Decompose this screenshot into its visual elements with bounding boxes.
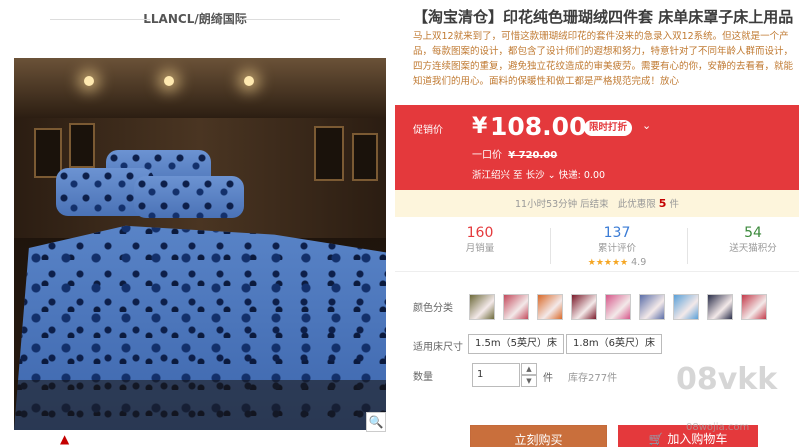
store-header: LLANCL/朗绮国际 — [20, 8, 370, 30]
chevron-down-icon[interactable]: ▼ — [521, 375, 537, 387]
limit-unit: 件 — [669, 199, 679, 210]
product-image[interactable] — [14, 58, 386, 430]
image-lamp — [84, 76, 94, 86]
express-label: 快递: — [558, 170, 581, 181]
monthly-sales: 160 月销量 — [430, 224, 530, 256]
chevron-down-icon[interactable]: ⌄ — [642, 119, 651, 132]
image-lamp — [164, 76, 174, 86]
quantity-input[interactable]: 1 — [472, 363, 520, 387]
price-panel: 促销价 ¥ 108.00 限时打折 ⌄ 一口价 ¥ 720.00 浙江绍兴 至 … — [395, 105, 799, 190]
divider — [50, 19, 150, 20]
reviews[interactable]: 137 累计评价 ★★★★★ 4.9 — [567, 224, 667, 270]
ship-to: 长沙 — [525, 170, 545, 181]
watermark-sub: 08wojia.com — [686, 422, 750, 433]
color-swatch[interactable] — [605, 294, 631, 320]
watermark-main: 08vkk — [676, 362, 778, 397]
size-option-1.8m[interactable]: 1.8m（6英尺）床 — [566, 334, 663, 354]
shipping-info: 浙江绍兴 至 长沙 ⌄ 快递: 0.00 — [472, 167, 605, 181]
color-swatch[interactable] — [469, 294, 495, 320]
image-lamp — [244, 76, 254, 86]
limit-count: 5 — [658, 197, 667, 210]
color-label: 颜色分类 — [413, 303, 453, 314]
image-frame — [69, 123, 95, 168]
image-frame — [352, 133, 378, 181]
chevron-up-icon[interactable]: ▲ — [521, 363, 537, 375]
product-title: 【淘宝清仓】印花纯色珊瑚绒四件套 床单床罩子床上用品 — [413, 8, 794, 26]
color-swatch[interactable] — [673, 294, 699, 320]
promo-price: 108.00 — [490, 112, 587, 141]
color-swatch[interactable] — [571, 294, 597, 320]
image-ceiling — [14, 58, 386, 118]
product-description: 马上双12就来到了，可惜这款珊瑚绒印花的套件没来的急录入双12系统。但这就是一个… — [413, 31, 794, 87]
chevron-up-icon[interactable]: ▲ — [60, 432, 69, 446]
chevron-down-icon: ⌄ — [547, 170, 556, 181]
promo-price-label: 促销价 — [413, 125, 443, 136]
image-floor — [14, 380, 386, 430]
points-count: 54 — [744, 225, 762, 241]
watermark: 08vkk 08wojia.com — [676, 362, 794, 442]
stats-bar: 160 月销量 137 累计评价 ★★★★★ 4.9 54 送天猫积分 — [395, 220, 799, 272]
store-name[interactable]: LLANCL/朗绮国际 — [143, 12, 246, 26]
cart-icon: 🛒 — [648, 432, 664, 446]
currency-symbol: ¥ — [472, 114, 488, 139]
image-pillow — [134, 176, 244, 218]
product-gallery: LLANCL/朗绮国际 🔍 ▲ — [0, 0, 395, 447]
star-rating-icon: ★★★★★ — [587, 258, 629, 268]
ship-to-label: 至 — [513, 170, 523, 181]
rating-value: 4.9 — [631, 257, 647, 268]
size-option-1.5m[interactable]: 1.5m（5英尺）床 — [468, 334, 565, 354]
ship-from: 浙江绍兴 — [472, 170, 511, 181]
original-price-label: 一口价 — [472, 150, 502, 161]
ship-to-select[interactable]: 长沙 ⌄ — [526, 170, 556, 181]
magnifier-icon[interactable]: 🔍 — [366, 412, 386, 432]
buy-now-button[interactable]: 立刻购买 — [470, 425, 607, 447]
tmall-points: 54 送天猫积分 — [703, 224, 799, 256]
monthly-sales-label: 月销量 — [465, 243, 495, 254]
divider — [550, 228, 551, 264]
divider — [240, 19, 340, 20]
color-swatch[interactable] — [639, 294, 665, 320]
promo-badge[interactable]: 限时打折 — [584, 120, 633, 136]
promo-timer: 11小时53分钟 后结束 此优惠限 5 件 — [395, 190, 799, 217]
review-label: 累计评价 — [597, 243, 636, 254]
size-label: 适用床尺寸 — [413, 342, 463, 353]
points-label: 送天猫积分 — [729, 243, 777, 254]
monthly-sales-count: 160 — [466, 225, 494, 241]
color-swatch[interactable] — [741, 294, 767, 320]
original-price-value: ¥ 720.00 — [508, 150, 558, 161]
image-frame — [314, 126, 344, 181]
review-count: 137 — [603, 225, 631, 241]
express-fee: 0.00 — [583, 170, 606, 181]
color-swatch[interactable] — [707, 294, 733, 320]
color-swatch[interactable] — [537, 294, 563, 320]
color-swatch[interactable] — [503, 294, 529, 320]
image-frame — [34, 128, 62, 178]
timer-countdown: 11小时53分钟 后结束 — [514, 199, 609, 210]
stock-count: 库存277件 — [568, 373, 618, 384]
original-price: 一口价 ¥ 720.00 — [472, 146, 557, 161]
divider — [687, 228, 688, 264]
limit-label: 此优惠限 — [617, 199, 656, 210]
qty-label: 数量 — [413, 372, 433, 383]
qty-unit: 件 — [543, 373, 553, 384]
